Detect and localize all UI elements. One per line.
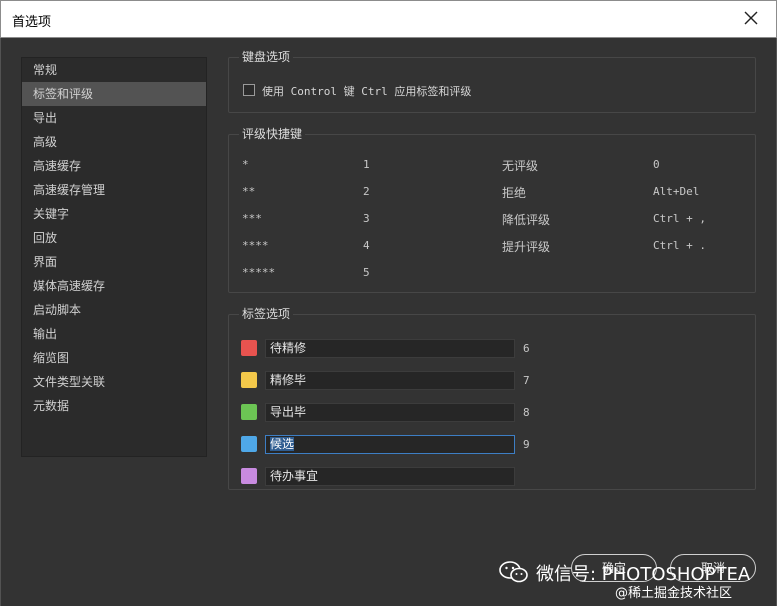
sidebar-item-interface[interactable]: 界面 <box>22 250 206 274</box>
sidebar-item-general[interactable]: 常规 <box>22 58 206 82</box>
rating-shortcut: Alt+Del <box>653 185 700 198</box>
label-name-input[interactable]: 精修毕 <box>265 371 515 390</box>
sidebar-item-labels-ratings[interactable]: 标签和评级 <box>22 82 206 106</box>
group-title: 键盘选项 <box>239 49 294 65</box>
rating-key: 3 <box>363 212 370 225</box>
sidebar-item-metadata[interactable]: 元数据 <box>22 394 206 418</box>
label-name-input[interactable]: 待精修 <box>265 339 515 358</box>
rating-key: 5 <box>363 266 370 279</box>
label-key: 8 <box>523 406 530 419</box>
sidebar-item-output[interactable]: 输出 <box>22 322 206 346</box>
rating-stars: **** <box>242 239 269 252</box>
sidebar-item-thumbnails[interactable]: 缩览图 <box>22 346 206 370</box>
rating-stars: ***** <box>242 266 276 279</box>
ctrl-apply-label[interactable]: 使用 Control 键 Ctrl 应用标签和评级 <box>262 83 471 99</box>
sidebar-item-playback[interactable]: 回放 <box>22 226 206 250</box>
rating-shortcut: Ctrl + , <box>653 212 706 225</box>
rating-action: 提升评级 <box>502 240 551 254</box>
rating-shortcut: Ctrl + . <box>653 239 706 252</box>
title-bar: 首选项 <box>0 0 777 38</box>
sidebar-item-cache[interactable]: 高速缓存 <box>22 154 206 178</box>
rating-shortcut: 0 <box>653 158 660 171</box>
rating-stars: * <box>242 158 249 171</box>
sidebar-item-cache-management[interactable]: 高速缓存管理 <box>22 178 206 202</box>
rating-action: 拒绝 <box>502 186 527 200</box>
ctrl-apply-checkbox[interactable] <box>243 84 255 96</box>
selected-text: 候选 <box>270 437 295 451</box>
label-name-input-focused[interactable]: 候选 <box>265 435 515 454</box>
close-icon[interactable] <box>740 7 762 29</box>
sidebar-item-keywords[interactable]: 关键字 <box>22 202 206 226</box>
label-color-swatch[interactable] <box>241 372 257 388</box>
rating-key: 4 <box>363 239 370 252</box>
rating-stars: ** <box>242 185 256 198</box>
label-color-swatch[interactable] <box>241 340 257 356</box>
group-title: 评级快捷键 <box>239 126 306 142</box>
group-title: 标签选项 <box>239 306 294 322</box>
sidebar-item-startup-scripts[interactable]: 启动脚本 <box>22 298 206 322</box>
rating-stars: *** <box>242 212 262 225</box>
sidebar-item-media-cache[interactable]: 媒体高速缓存 <box>22 274 206 298</box>
rating-action: 无评级 <box>502 159 539 173</box>
rating-key: 1 <box>363 158 370 171</box>
rating-action: 降低评级 <box>502 213 551 227</box>
rating-key: 2 <box>363 185 370 198</box>
label-name-input[interactable]: 待办事宜 <box>265 467 515 486</box>
label-color-swatch[interactable] <box>241 436 257 452</box>
sidebar-item-export[interactable]: 导出 <box>22 106 206 130</box>
label-name-input[interactable]: 导出毕 <box>265 403 515 422</box>
sidebar-item-file-type-association[interactable]: 文件类型关联 <box>22 370 206 394</box>
window-title: 首选项 <box>12 15 52 30</box>
label-color-swatch[interactable] <box>241 468 257 484</box>
category-list: 常规 标签和评级 导出 高级 高速缓存 高速缓存管理 关键字 回放 界面 媒体高… <box>21 57 207 457</box>
watermark-subtext: @稀土掘金技术社区 <box>615 586 733 601</box>
label-key: 9 <box>523 438 530 451</box>
label-key: 6 <box>523 342 530 355</box>
wechat-icon <box>499 561 528 583</box>
label-key: 7 <box>523 374 530 387</box>
label-color-swatch[interactable] <box>241 404 257 420</box>
sidebar-item-advanced[interactable]: 高级 <box>22 130 206 154</box>
